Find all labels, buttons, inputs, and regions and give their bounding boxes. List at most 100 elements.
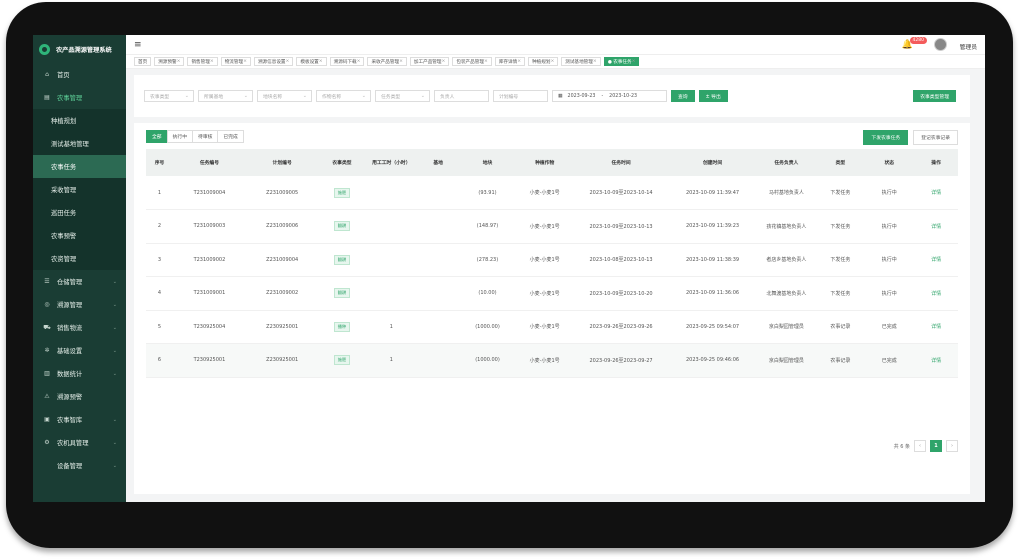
tab-0[interactable]: 首页 [134,57,152,66]
status-tab-3[interactable]: 已完成 [217,129,244,143]
table-cell: 2023-10-09 11:39:23 [668,209,757,244]
sidebar-item-4[interactable]: 农事任务 [33,155,126,178]
close-icon[interactable]: × [399,59,403,64]
tab-1[interactable]: 溯源预警 × [154,57,185,66]
detail-link[interactable]: 详情 [931,190,941,196]
detail-link[interactable]: 详情 [931,257,941,263]
sidebar-item-3[interactable]: 测试基地管理 [33,132,126,155]
detail-link[interactable]: 详情 [931,224,941,230]
sidebar-item-14[interactable]: ⚠ 溯源预警 [33,385,126,408]
status-tab-1[interactable]: 执行中 [166,129,194,143]
sidebar-item-7[interactable]: 农事预警 [33,224,126,247]
sidebar-item-17[interactable]: 设备管理 ⌄ [33,454,126,477]
chevron-down-icon: ⌄ [112,439,117,446]
tab-13[interactable]: ● 农事任务 × [603,57,640,66]
task-type-select[interactable]: 任务类型 ⌄ [375,90,430,102]
cell-text: T231009004 [193,189,226,196]
cell-text: 2023-10-09至2023-10-13 [589,223,653,230]
sidebar-item-5[interactable]: 采收管理 [33,178,126,201]
sidebar-item-0[interactable]: ⌂ 首页 [33,63,126,86]
tab-10[interactable]: 库存详情 × [494,57,526,66]
close-icon[interactable]: × [484,59,488,64]
sidebar-item-label: 测试基地管理 [51,141,89,148]
top-bar: ≡ 🔔 4280 管理员 [126,35,985,55]
table-cell [365,209,418,244]
cell-text: 下发任务 [830,290,851,297]
close-icon[interactable]: × [319,59,323,64]
status-tab-0[interactable]: 全部 [146,129,168,143]
table-header-row: 序号 任务编号 计划编号 农事类型 用工工时（小时） 基地 地块 种植作物 任务时间 创建时间 任务… [146,149,958,176]
close-icon[interactable]: × [632,59,636,64]
table-cell: Z230925001 [245,343,319,378]
menu-toggle-icon[interactable]: ≡ [134,40,142,50]
type-manage-button[interactable]: 农事类型管理 [913,90,956,102]
table-cell: 执行中 [864,243,915,277]
close-icon[interactable]: × [243,59,247,64]
plot-select[interactable]: 地块名称 ⌄ [257,90,312,102]
close-icon[interactable]: × [210,59,214,64]
tab-4[interactable]: 溯源信息设置 × [253,57,294,66]
prev-page-button[interactable]: ‹ [914,440,926,452]
sidebar-item-10[interactable]: ◎ 溯源管理 ⌄ [33,293,126,316]
table-cell: 1 [146,176,174,210]
sidebar-item-13[interactable]: ▥ 数据统计 ⌄ [33,362,126,385]
sidebar-item-6[interactable]: 巡田任务 [33,201,126,224]
table-cell: T231009001 [173,276,246,311]
tab-2[interactable]: 销售管理 × [187,57,218,66]
table-cell: 2023-10-09 11:36:06 [668,276,757,311]
table-row: 6 T230925001 Z230925001 施肥 1 (1000.00) 小麦-小麦1号… [146,343,958,378]
date-range-picker[interactable]: ▦ 2023-09-23 - 2023-10-23 [552,90,667,102]
table-cell: 下发任务 [816,209,865,244]
table-cell: 小麦-小麦1号 [516,209,574,244]
sidebar-item-12[interactable]: ✲ 基础设置 ⌄ [33,339,126,362]
crop-select[interactable]: 作物名称 ⌄ [316,90,371,102]
sidebar-item-1[interactable]: ▤ 农事管理 [33,86,126,109]
base-select[interactable]: 所属基地 ⌄ [198,90,253,102]
sidebar-item-15[interactable]: ▣ 农事智库 ⌄ [33,408,126,431]
tab-12[interactable]: 测试基地管理 × [561,57,601,66]
search-button[interactable]: 查询 [671,90,695,102]
cell-text: 2023-10-09 11:39:23 [686,223,740,230]
close-icon[interactable]: × [286,59,290,64]
detail-link[interactable]: 详情 [931,324,941,330]
sidebar-item-16[interactable]: ⚙ 农机具管理 ⌄ [33,431,126,454]
close-icon[interactable]: × [517,59,521,64]
sidebar-item-2[interactable]: 种植规划 [33,109,126,132]
close-icon[interactable]: × [550,59,554,64]
table-cell: 2023-10-09至2023-10-14 [573,176,669,210]
issue-task-button[interactable]: 下发农事任务 [863,130,909,145]
plan-no-input[interactable]: 计划编号 [493,90,548,102]
tab-3[interactable]: 物流管理 × [220,57,251,66]
owner-input[interactable]: 负责人 [434,90,489,102]
sidebar-item-11[interactable]: ⛟ 销售物流 ⌄ [33,316,126,339]
tab-9[interactable]: 包装产品管理 × [452,57,492,66]
sidebar-item-8[interactable]: 农资管理 [33,247,126,270]
close-icon[interactable]: × [357,59,361,64]
cell-text: 1 [157,189,162,196]
sidebar-item-9[interactable]: ☰ 仓储管理 ⌄ [33,270,126,293]
page-1-button[interactable]: 1 [930,440,942,452]
avatar[interactable] [934,38,947,51]
close-icon[interactable]: × [593,59,597,64]
column-header: 地块 [458,149,517,176]
close-icon[interactable]: × [442,59,446,64]
tab-6[interactable]: 溯源码下载 × [329,57,365,66]
column-header: 农事类型 [318,149,366,176]
export-button[interactable]: ± 导出 [698,90,728,102]
table-cell: 2023-10-08至2023-10-13 [573,243,669,277]
cell-text: 2023-09-26至2023-09-26 [589,324,653,331]
tab-5[interactable]: 模板设置 × [296,57,327,66]
detail-link[interactable]: 详情 [931,291,941,297]
status-tab-2[interactable]: 待审核 [192,129,219,143]
tab-11[interactable]: 种植规划 × [528,57,559,66]
close-icon[interactable]: × [177,59,181,64]
register-record-button[interactable]: 登记农事记录 [913,130,958,145]
tab-8[interactable]: 加工产品管理 × [409,57,450,66]
next-page-button[interactable]: › [946,440,958,452]
tab-7[interactable]: 采收产品管理 × [367,57,407,66]
user-name[interactable]: 管理员 [960,42,977,51]
detail-link[interactable]: 详情 [931,358,941,364]
farm-type-select[interactable]: 农事类型 ⌄ [144,90,194,102]
cell-text: 小麦-小麦1号 [529,257,560,264]
table-cell: 6 [146,343,174,378]
